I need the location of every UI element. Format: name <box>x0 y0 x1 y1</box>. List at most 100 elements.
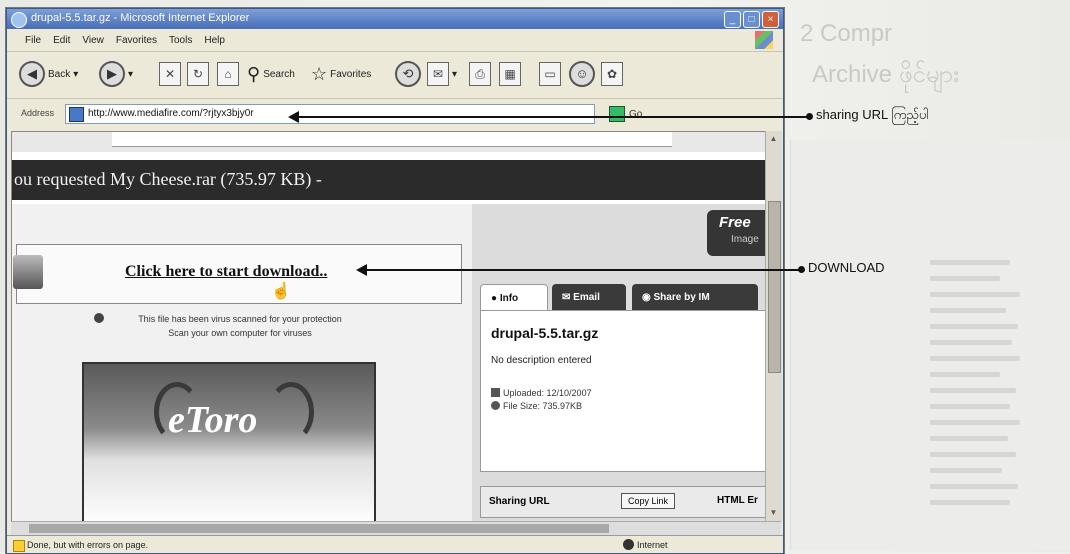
scroll-down-icon[interactable]: ▼ <box>768 507 779 519</box>
file-name: drupal-5.5.tar.gz <box>491 325 599 341</box>
request-header: ou requested My Cheese.rar (735.97 KB) - <box>12 160 766 200</box>
horn-right-icon <box>268 382 314 442</box>
menu-file[interactable]: File <box>25 35 41 46</box>
html-embed-tab[interactable]: HTML Er <box>717 495 758 506</box>
edit-icon: ▦ <box>499 62 521 86</box>
page-top-strip <box>12 132 766 152</box>
file-size: File Size: 735.97KB <box>503 401 583 411</box>
horizontal-scrollbar[interactable] <box>11 521 781 536</box>
sharing-url-label: Sharing URL <box>489 496 550 507</box>
file-meta: Uploaded: 12/10/2007 File Size: 735.97KB <box>491 387 592 413</box>
dropdown-icon: ▾ <box>73 68 79 80</box>
background-subheading: Archive ဖိုင်များ <box>812 61 960 88</box>
mail-icon: ✉ <box>427 62 449 86</box>
tab-email[interactable]: ✉ Email <box>552 284 626 312</box>
background-heading: 2 Compr <box>800 20 893 47</box>
calendar-icon <box>491 388 500 397</box>
download-box: Click here to start download.. ☝ <box>13 244 462 304</box>
vertical-scrollbar[interactable]: ▲ ▼ <box>765 131 782 521</box>
menu-help[interactable]: Help <box>204 35 225 46</box>
disk-icon <box>491 401 500 410</box>
close-button[interactable]: × <box>762 11 779 28</box>
scan-line-1: This file has been virus scanned for you… <box>138 314 342 324</box>
scroll-up-icon[interactable]: ▲ <box>768 133 779 145</box>
sharing-url-bar: Sharing URL Copy Link HTML Er <box>480 486 766 518</box>
history-button[interactable]: ⟲ <box>395 58 421 90</box>
window-controls: _ □ × <box>724 11 779 28</box>
download-icon <box>13 255 43 289</box>
back-button[interactable]: ◀ Back ▾ <box>19 58 78 90</box>
refresh-icon: ↻ <box>187 62 209 86</box>
back-label: Back <box>48 68 71 80</box>
print-icon: ⎙ <box>469 62 491 86</box>
dropdown-icon: ▾ <box>128 68 134 80</box>
virus-scan-notice: This file has been virus scanned for you… <box>90 312 390 340</box>
home-button[interactable]: ⌂ <box>217 58 239 90</box>
search-icon: ⚲ <box>247 63 261 84</box>
email-icon: ✉ <box>562 292 571 303</box>
copy-link-button[interactable]: Copy Link <box>621 493 676 509</box>
warning-icon[interactable] <box>13 540 25 552</box>
stop-button[interactable]: ✕ <box>159 58 181 90</box>
uploaded-date: Uploaded: 12/10/2007 <box>503 388 592 398</box>
address-label: Address <box>21 108 55 118</box>
menu-edit[interactable]: Edit <box>53 35 70 46</box>
chat-icon: ◉ <box>642 292 651 303</box>
scan-line-2[interactable]: Scan your own computer for viruses <box>90 326 390 340</box>
etoro-ad[interactable]: eToro <box>82 362 376 522</box>
search-label: Search <box>263 68 295 80</box>
download-leader-line <box>364 269 800 271</box>
go-button[interactable]: Go <box>609 105 642 123</box>
window-title: drupal-5.5.tar.gz - Microsoft Internet E… <box>31 12 250 24</box>
discuss-button[interactable]: ▭ <box>539 58 561 90</box>
request-text: ou requested My Cheese.rar (735.97 KB) - <box>14 169 322 189</box>
edit-button[interactable]: ▦ <box>499 58 521 90</box>
research-icon: ✿ <box>601 62 623 86</box>
download-link[interactable]: Click here to start download.. <box>125 263 327 281</box>
back-arrow-icon: ◀ <box>19 61 45 87</box>
stop-icon: ✕ <box>159 62 181 86</box>
status-text: Done, but with errors on page. <box>27 540 149 550</box>
ie-icon <box>11 12 27 28</box>
sharing-url-dot <box>806 113 813 120</box>
menu-favorites[interactable]: Favorites <box>116 35 157 46</box>
messenger-button[interactable]: ☺ <box>569 58 595 90</box>
free-image-badge[interactable]: Free Image <box>707 210 766 256</box>
address-url: http://www.mediafire.com/?rjtyx3bjy0r <box>88 108 254 119</box>
print-button[interactable]: ⎙ <box>469 58 491 90</box>
address-bar: Address http://www.mediafire.com/?rjtyx3… <box>7 101 783 127</box>
download-dot <box>798 266 805 273</box>
favorites-label: Favorites <box>330 68 372 80</box>
tab-share-im-label: Share by IM <box>653 292 710 303</box>
messenger-icon: ☺ <box>569 61 595 87</box>
browser-window: drupal-5.5.tar.gz - Microsoft Internet E… <box>6 8 784 554</box>
windows-logo-icon <box>755 31 773 49</box>
hand-cursor-icon: ☝ <box>271 283 291 300</box>
menu-view[interactable]: View <box>82 35 104 46</box>
free-sub-label: Image <box>731 234 759 245</box>
tab-info-label: Info <box>499 293 519 304</box>
tab-share-im[interactable]: ◉ Share by IM <box>632 284 758 312</box>
internet-zone-icon <box>623 539 634 550</box>
menu-tools[interactable]: Tools <box>169 35 192 46</box>
star-icon: ☆ <box>311 63 328 84</box>
minimize-button[interactable]: _ <box>724 11 741 28</box>
maximize-button[interactable]: □ <box>743 11 760 28</box>
mail-button[interactable]: ✉ ▾ <box>427 58 457 90</box>
status-bar: Done, but with errors on page. Internet <box>7 535 783 553</box>
history-icon: ⟲ <box>395 61 421 87</box>
research-button[interactable]: ✿ <box>601 58 623 90</box>
horizontal-scroll-thumb[interactable] <box>29 524 609 533</box>
vertical-scroll-thumb[interactable] <box>768 201 781 373</box>
refresh-button[interactable]: ↻ <box>187 58 209 90</box>
sharing-url-annotation: sharing URL ကြည့်ပါ <box>816 107 929 122</box>
page-icon <box>69 107 84 122</box>
home-icon: ⌂ <box>217 62 239 86</box>
favorites-button[interactable]: ☆ Favorites <box>311 58 371 90</box>
tab-email-label: Email <box>573 292 600 303</box>
shield-icon <box>94 313 104 323</box>
search-button[interactable]: ⚲ Search <box>247 58 295 90</box>
address-input[interactable]: http://www.mediafire.com/?rjtyx3bjy0r <box>65 104 595 124</box>
file-description: No description entered <box>491 355 592 366</box>
forward-button[interactable]: ▶ ▾ <box>99 58 133 90</box>
